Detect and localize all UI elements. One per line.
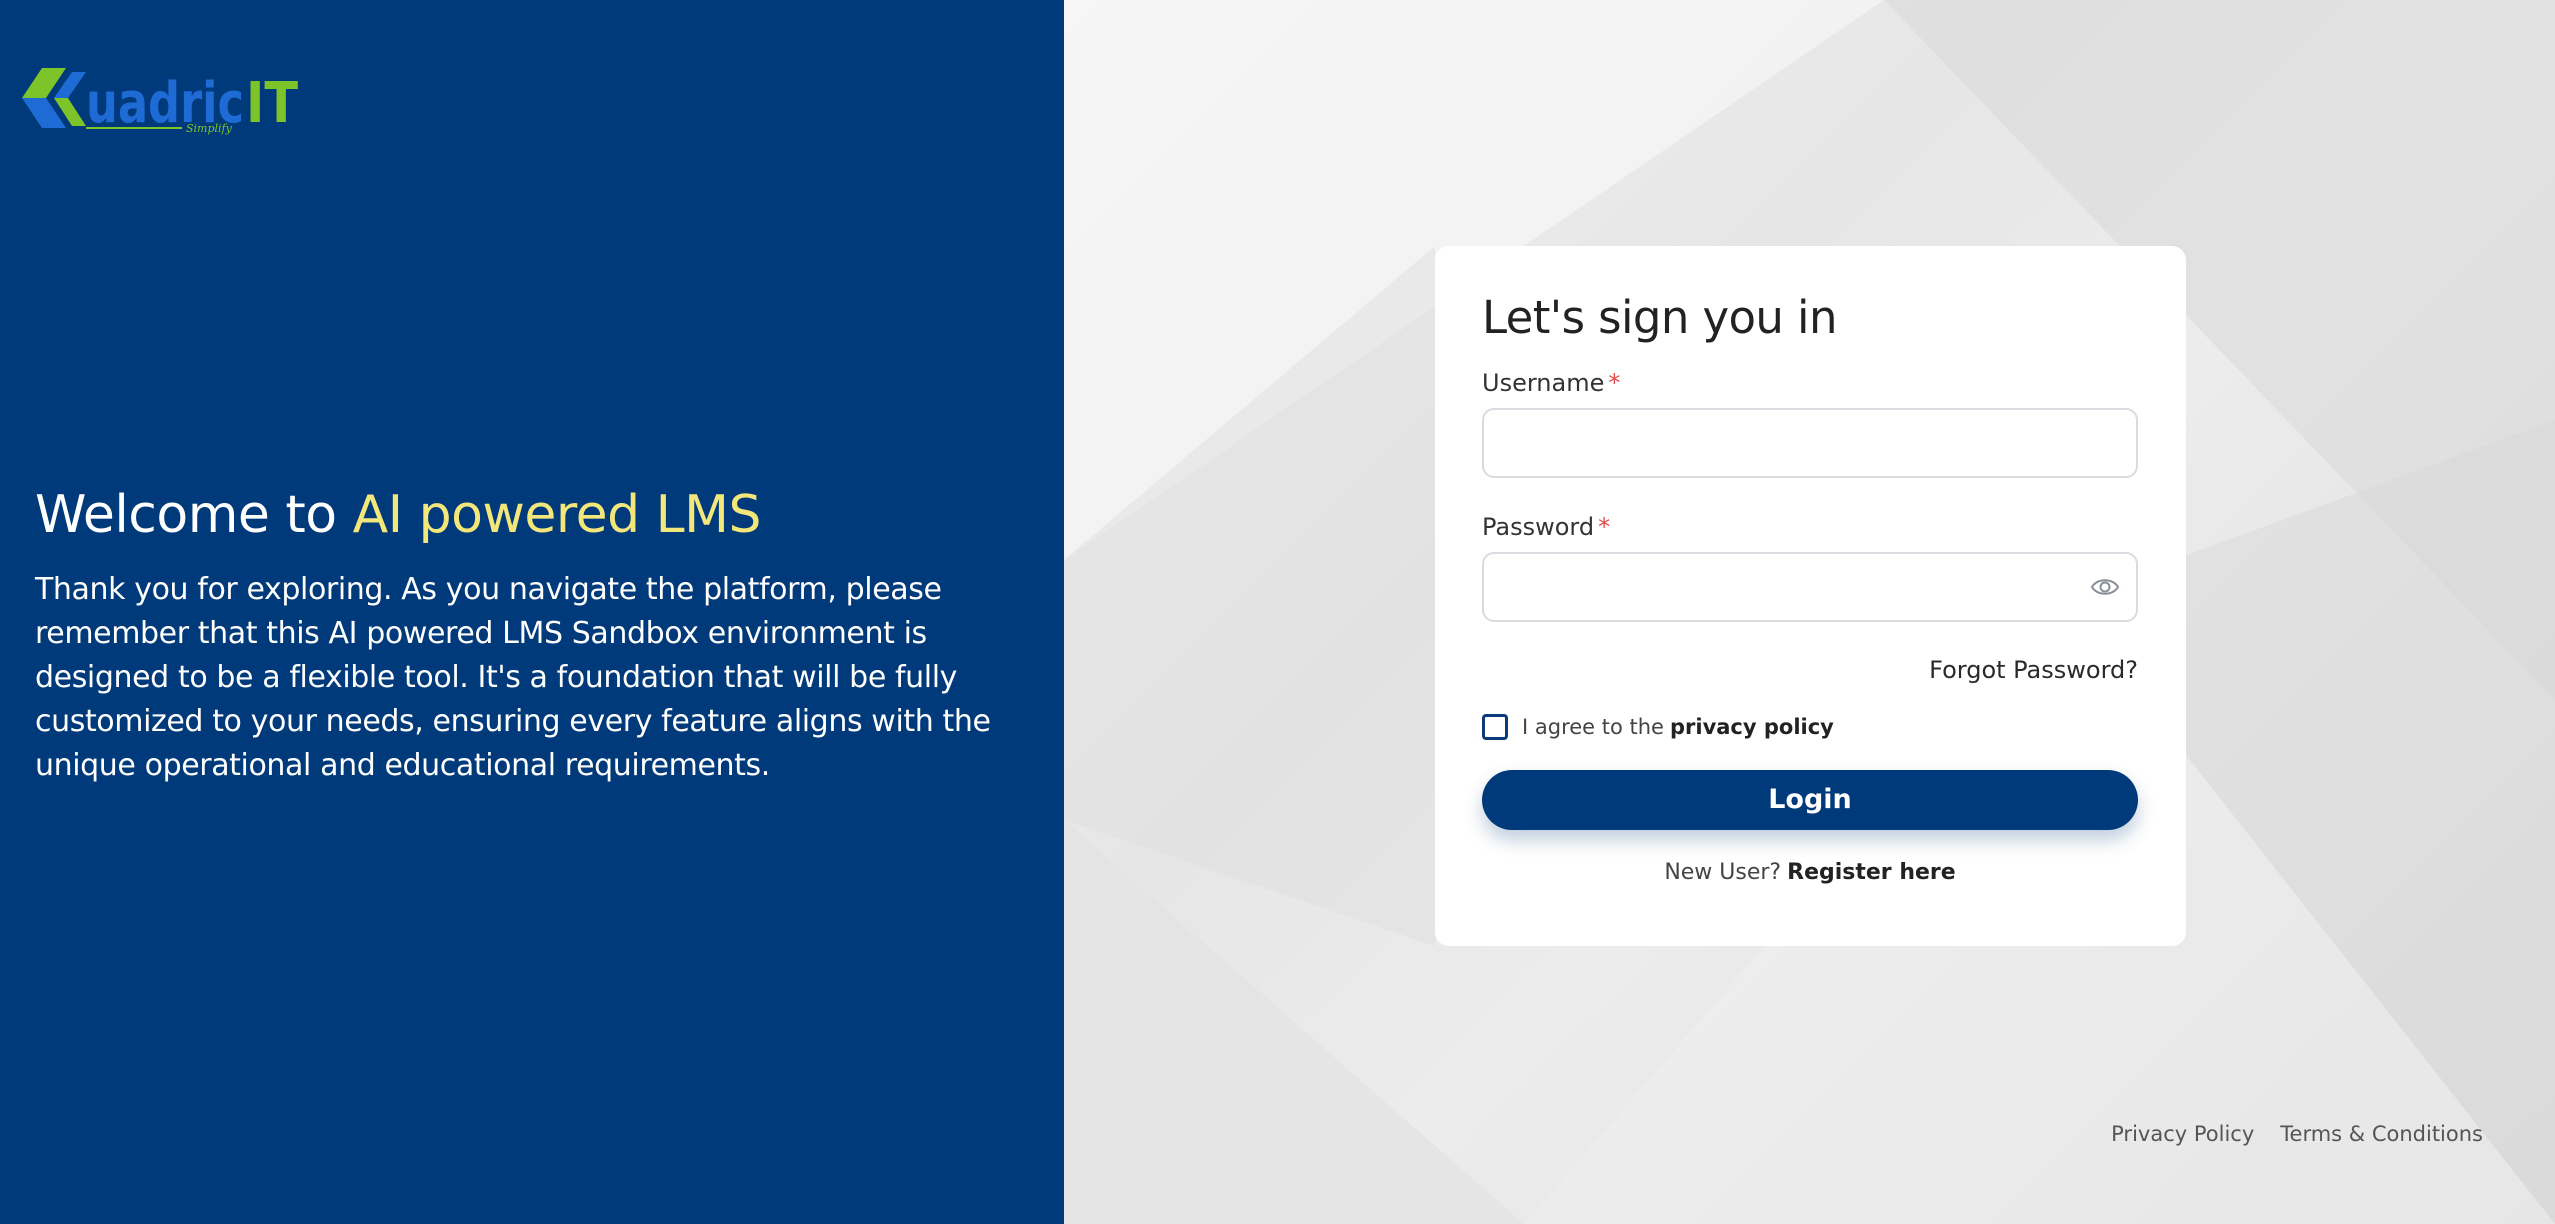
password-label-text: Password [1482,513,1595,541]
register-prompt: New User? Register here [1482,860,2138,885]
login-button[interactable]: Login [1482,770,2138,830]
forgot-password-link[interactable]: Forgot Password? [1482,656,2138,684]
agree-prefix-text: I agree to the [1522,715,1664,739]
sign-in-card: Let's sign you in Username * Password * Fo… [1435,246,2186,946]
welcome-highlight: AI powered LMS [352,485,762,545]
username-input[interactable] [1484,410,2136,476]
required-marker: * [1598,513,1611,541]
required-marker: * [1608,369,1621,397]
welcome-section: Welcome to AI powered LMS Thank you for … [35,478,1025,788]
svg-text:IT: IT [246,71,298,136]
login-page: uadric IT Simplify Welcome to AI powered… [0,0,2555,1224]
quadricit-logo: uadric IT Simplify [14,60,304,136]
register-link[interactable]: Register here [1787,860,1956,885]
password-label: Password * [1482,512,2139,542]
privacy-agreement: I agree to the privacy policy [1482,714,2139,740]
footer-terms-link[interactable]: Terms & Conditions [2280,1122,2483,1146]
username-field-wrapper [1482,408,2138,478]
new-user-text: New User? [1664,860,1782,885]
username-label-text: Username [1482,369,1605,397]
welcome-description: Thank you for exploring. As you navigate… [35,572,991,783]
welcome-panel: uadric IT Simplify Welcome to AI powered… [0,0,1064,1224]
welcome-prefix: Welcome to [35,485,353,545]
eye-icon[interactable] [2090,574,2120,600]
username-label: Username * [1482,368,2139,398]
privacy-checkbox[interactable] [1482,714,1508,740]
footer-privacy-policy-link[interactable]: Privacy Policy [2111,1122,2254,1146]
password-input[interactable] [1484,554,2136,620]
welcome-heading: Welcome to AI powered LMS [35,478,1025,552]
svg-text:Simplify: Simplify [186,122,233,135]
privacy-policy-link[interactable]: privacy policy [1670,715,1834,739]
password-field-wrapper [1482,552,2138,622]
login-panel: Let's sign you in Username * Password * Fo… [1064,0,2555,1224]
sign-in-title: Let's sign you in [1482,291,1837,344]
footer-links: Privacy Policy Terms & Conditions [2111,1122,2483,1146]
